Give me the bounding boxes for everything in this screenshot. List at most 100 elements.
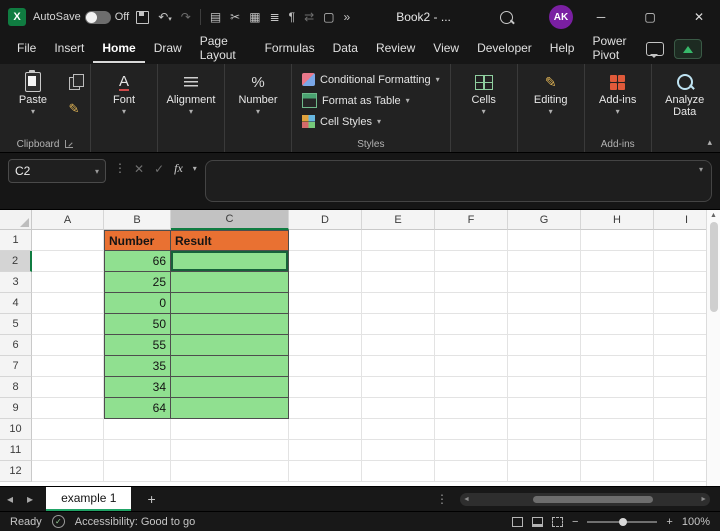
- row-header[interactable]: 12: [0, 461, 32, 482]
- cell[interactable]: [581, 314, 654, 335]
- cell[interactable]: [289, 293, 362, 314]
- normal-view-icon[interactable]: [512, 517, 523, 527]
- close-button[interactable]: ✕: [678, 0, 720, 34]
- cell[interactable]: 66: [104, 251, 171, 272]
- cell[interactable]: [435, 461, 508, 482]
- cell[interactable]: 64: [104, 398, 171, 419]
- cell[interactable]: [289, 461, 362, 482]
- cell[interactable]: [362, 251, 435, 272]
- collapse-ribbon-icon[interactable]: ▴: [707, 137, 712, 148]
- accessibility-status[interactable]: Accessibility: Good to go: [75, 516, 195, 528]
- cell[interactable]: [435, 272, 508, 293]
- cell[interactable]: [581, 356, 654, 377]
- row-header[interactable]: 10: [0, 419, 32, 440]
- formula-input[interactable]: ▾: [205, 160, 712, 202]
- cell[interactable]: [171, 440, 289, 461]
- add-sheet-icon[interactable]: +: [147, 491, 155, 507]
- accessibility-icon[interactable]: ✓: [52, 515, 65, 528]
- paste-button[interactable]: Paste ▾: [6, 68, 60, 116]
- cell[interactable]: [508, 314, 581, 335]
- cells-menu-button[interactable]: Cells ▾: [457, 68, 511, 116]
- conditional-formatting-button[interactable]: Conditional Formatting ▾: [298, 71, 444, 88]
- excel-logo-icon[interactable]: X: [8, 8, 26, 26]
- expand-formula-bar-icon[interactable]: ▾: [699, 165, 703, 174]
- cell[interactable]: [171, 377, 289, 398]
- cell[interactable]: [32, 419, 104, 440]
- cell[interactable]: [362, 461, 435, 482]
- cell[interactable]: [435, 314, 508, 335]
- cell[interactable]: [362, 293, 435, 314]
- horizontal-scrollbar[interactable]: ◄ ►: [460, 493, 710, 506]
- cell[interactable]: [32, 293, 104, 314]
- new-file-icon[interactable]: ▢: [323, 10, 334, 24]
- save-icon[interactable]: [136, 11, 149, 24]
- cell[interactable]: [32, 398, 104, 419]
- page-layout-view-icon[interactable]: [532, 517, 543, 527]
- cell[interactable]: [508, 440, 581, 461]
- cell[interactable]: [289, 272, 362, 293]
- row-header[interactable]: 9: [0, 398, 32, 419]
- cell[interactable]: [435, 293, 508, 314]
- cell[interactable]: Number: [104, 230, 171, 251]
- format-painter-button[interactable]: ✎: [64, 100, 84, 118]
- document-title[interactable]: Book2 - ...: [396, 10, 451, 24]
- cell[interactable]: [32, 377, 104, 398]
- cell[interactable]: [508, 398, 581, 419]
- row-header[interactable]: 11: [0, 440, 32, 461]
- horizontal-scroll-thumb[interactable]: [533, 496, 653, 503]
- cell[interactable]: [104, 461, 171, 482]
- prev-sheet-icon[interactable]: ◂: [0, 492, 20, 506]
- cell[interactable]: [362, 398, 435, 419]
- tab-home[interactable]: Home: [93, 35, 144, 63]
- cell[interactable]: [435, 230, 508, 251]
- cell[interactable]: [32, 230, 104, 251]
- row-header[interactable]: 5: [0, 314, 32, 335]
- cell[interactable]: [171, 398, 289, 419]
- column-header[interactable]: G: [508, 210, 581, 230]
- sync-icon[interactable]: ⇄: [304, 10, 314, 24]
- column-header[interactable]: C: [171, 210, 289, 230]
- cell[interactable]: [581, 293, 654, 314]
- cell[interactable]: [435, 335, 508, 356]
- cell[interactable]: 0: [104, 293, 171, 314]
- undo-icon[interactable]: ↶▾: [158, 10, 172, 24]
- cell[interactable]: [581, 335, 654, 356]
- tab-help[interactable]: Help: [541, 35, 584, 63]
- cell[interactable]: [171, 251, 289, 272]
- cell[interactable]: [289, 440, 362, 461]
- search-icon[interactable]: [500, 11, 513, 24]
- enter-icon[interactable]: ✓: [154, 162, 164, 176]
- avatar[interactable]: AK: [549, 5, 573, 29]
- cell[interactable]: [289, 230, 362, 251]
- cell[interactable]: 55: [104, 335, 171, 356]
- cell[interactable]: [104, 440, 171, 461]
- clipboard-icon[interactable]: ▤: [210, 10, 221, 24]
- cell[interactable]: [32, 335, 104, 356]
- row-header[interactable]: 8: [0, 377, 32, 398]
- copy-button[interactable]: [64, 74, 84, 92]
- zoom-level[interactable]: 100%: [682, 516, 710, 528]
- cell[interactable]: [32, 251, 104, 272]
- cell[interactable]: [362, 335, 435, 356]
- cell[interactable]: [508, 356, 581, 377]
- tab-developer[interactable]: Developer: [468, 35, 541, 63]
- cell[interactable]: Result: [171, 230, 289, 251]
- editing-menu-button[interactable]: ✎ Editing ▾: [524, 68, 578, 116]
- analyze-data-button[interactable]: Analyze Data: [658, 68, 712, 118]
- cell[interactable]: [362, 377, 435, 398]
- tab-review[interactable]: Review: [367, 35, 424, 63]
- cell[interactable]: [32, 356, 104, 377]
- tab-file[interactable]: File: [8, 35, 45, 63]
- alignment-menu-button[interactable]: Alignment ▾: [164, 68, 218, 116]
- tab-view[interactable]: View: [424, 35, 468, 63]
- cell[interactable]: [362, 440, 435, 461]
- cell[interactable]: [171, 461, 289, 482]
- zoom-slider[interactable]: [587, 521, 657, 523]
- table-icon[interactable]: ▦: [249, 10, 260, 24]
- cell[interactable]: [32, 461, 104, 482]
- cell[interactable]: [508, 461, 581, 482]
- vertical-scroll-thumb[interactable]: [710, 222, 718, 312]
- row-header[interactable]: 6: [0, 335, 32, 356]
- cell[interactable]: [435, 251, 508, 272]
- cell[interactable]: [508, 251, 581, 272]
